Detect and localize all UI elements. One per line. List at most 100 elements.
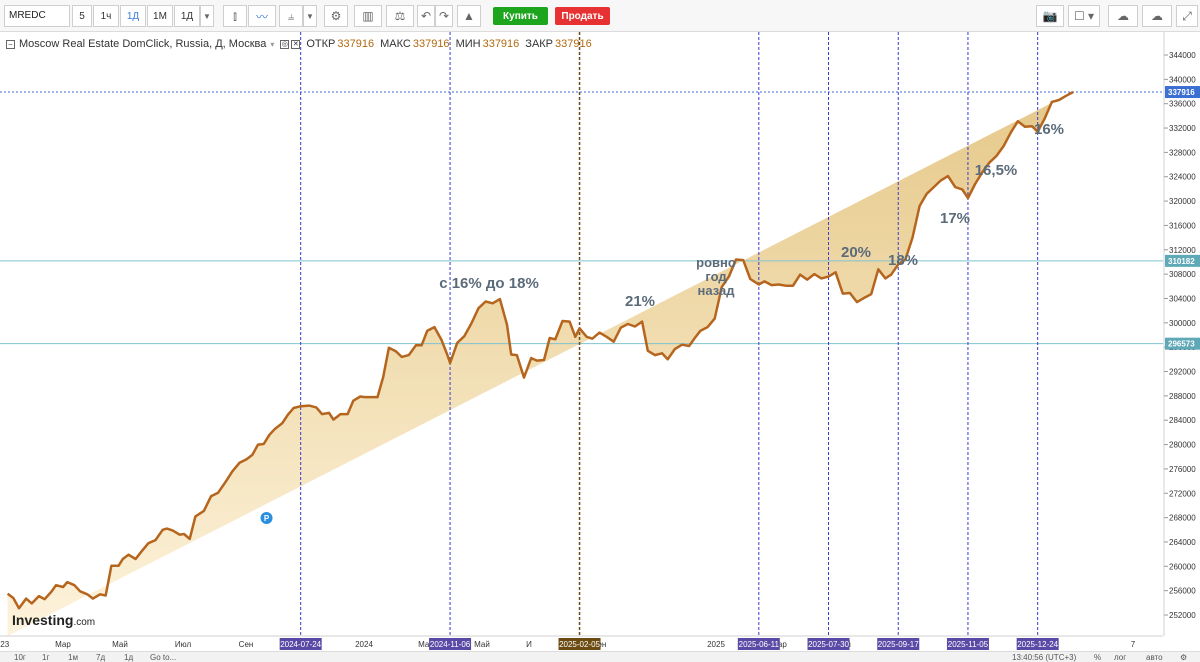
range-10y[interactable]: 10г <box>14 653 26 662</box>
open-value: 337916 <box>337 38 375 50</box>
bars-icon[interactable]: ⫨ <box>279 5 303 27</box>
layout-icon[interactable]: ☐ ▾ <box>1068 5 1100 27</box>
y-tick-label: 300000 <box>1169 319 1196 328</box>
x-tick-label: Июл <box>175 640 192 649</box>
log-toggle[interactable]: лог <box>1114 653 1126 662</box>
y-tick-label: 320000 <box>1169 197 1196 206</box>
annotation-1: 21% <box>625 293 655 310</box>
auto-toggle[interactable]: авто <box>1146 653 1163 662</box>
hline-tag-label-2: 296573 <box>1168 340 1195 349</box>
marker-tag-label-5: 2025-09-17 <box>878 640 919 649</box>
hline-tag-label-1: 310182 <box>1168 257 1195 266</box>
area-fill <box>7 92 1074 636</box>
y-tick-label: 268000 <box>1169 514 1196 523</box>
event-marker-letter: P <box>264 514 270 523</box>
indicators-icon[interactable]: ▥ <box>354 5 382 27</box>
y-tick-label: 252000 <box>1169 611 1196 620</box>
close-value: 337916 <box>555 38 592 50</box>
symbol-input[interactable]: MREDC <box>4 5 70 27</box>
x-tick-label: 2025 <box>707 640 725 649</box>
y-tick-label: 260000 <box>1169 562 1196 571</box>
annotation-5: 20% <box>841 244 871 261</box>
low-value: 337916 <box>482 38 520 50</box>
y-tick-label: 340000 <box>1169 75 1196 84</box>
chart-toolbar: MREDC 5 1ч 1Д 1М 1Д ▼ ⫾ 〰 ⫨ ▼ ⚙ ▥ ⚖ ↶ ↷ … <box>0 0 1200 32</box>
y-tick-label: 280000 <box>1169 441 1196 450</box>
goto-date[interactable]: Go to... <box>150 653 176 662</box>
marker-tag-label-1: 2024-11-06 <box>430 640 471 649</box>
bottom-bar: 10г 1г 1м 7д 1д Go to... 13:40:56 (UTC+3… <box>0 651 1200 662</box>
y-tick-label: 308000 <box>1169 270 1196 279</box>
interval-1h[interactable]: 1ч <box>93 5 119 27</box>
marker-tag-label-0: 2024-07-24 <box>280 640 321 649</box>
hline-tag-label-0: 337916 <box>1168 88 1195 97</box>
cloud-download-icon[interactable]: ☁ <box>1108 5 1138 27</box>
x-tick-label: Сен <box>239 640 254 649</box>
interval-5[interactable]: 5 <box>72 5 92 27</box>
open-label: ОТКР <box>306 38 336 50</box>
y-tick-label: 312000 <box>1169 246 1196 255</box>
annotation-7: 17% <box>940 210 970 227</box>
low-label: МИН <box>455 38 481 50</box>
x-tick-label: Мар <box>55 640 71 649</box>
y-tick-label: 328000 <box>1169 148 1196 157</box>
legend-title: Moscow Real Estate DomClick, Russia, Д, … <box>19 38 267 50</box>
x-tick-label: '23 <box>0 640 10 649</box>
marker-tag-label-2: 2025-02-05 <box>559 640 600 649</box>
interval-selected[interactable]: 1Д <box>174 5 200 27</box>
clock: 13:40:56 (UTC+3) <box>1012 653 1077 662</box>
redo-icon[interactable]: ↷ <box>435 5 453 27</box>
x-tick-label: 2024 <box>355 640 373 649</box>
y-tick-label: 276000 <box>1169 465 1196 474</box>
y-tick-label: 336000 <box>1169 100 1196 109</box>
cloud-upload-icon[interactable]: ☁ <box>1142 5 1172 27</box>
y-tick-label: 304000 <box>1169 294 1196 303</box>
x-tick-label: 7 <box>1131 640 1136 649</box>
range-1m[interactable]: 1м <box>68 653 78 662</box>
high-value: 337916 <box>412 38 450 50</box>
chart-legend: – Moscow Real Estate DomClick, Russia, Д… <box>6 38 598 50</box>
range-1y[interactable]: 1г <box>42 653 49 662</box>
compare-icon[interactable]: ⚖ <box>386 5 414 27</box>
fullscreen-icon[interactable]: ⤢ <box>1176 5 1198 27</box>
annotation-3: год <box>705 269 727 284</box>
logo-brand: Investing <box>12 612 74 628</box>
y-tick-label: 288000 <box>1169 392 1196 401</box>
annotation-6: 18% <box>888 252 918 269</box>
range-1d[interactable]: 1д <box>124 653 133 662</box>
area-chart-icon[interactable]: 〰 <box>248 5 276 27</box>
annotation-4: назад <box>697 283 735 298</box>
interval-1m[interactable]: 1М <box>147 5 173 27</box>
x-tick-label: И <box>526 640 532 649</box>
close-label: ЗАКР <box>525 38 554 50</box>
high-label: МАКС <box>380 38 411 50</box>
undo-icon[interactable]: ↶ <box>417 5 435 27</box>
percent-toggle[interactable]: % <box>1094 653 1101 662</box>
x-tick-label: Май <box>112 640 128 649</box>
interval-1d[interactable]: 1Д <box>120 5 146 27</box>
interval-dropdown-icon[interactable]: ▼ <box>200 5 214 27</box>
settings-gear-icon[interactable]: ⚙ <box>324 5 348 27</box>
y-tick-label: 284000 <box>1169 416 1196 425</box>
candles-icon[interactable]: ⫾ <box>223 5 247 27</box>
y-tick-label: 292000 <box>1169 368 1196 377</box>
range-7d[interactable]: 7д <box>96 653 105 662</box>
y-tick-label: 344000 <box>1169 51 1196 60</box>
price-chart[interactable]: 252000 256000 260000 264000 268000 272000 2760… <box>0 32 1200 651</box>
settings-icon[interactable]: ◎ <box>280 39 290 49</box>
annotation-9: 16% <box>1034 121 1064 138</box>
marker-tag-label-3: 2025-06-11 <box>739 640 780 649</box>
y-tick-label: 324000 <box>1169 173 1196 182</box>
camera-icon[interactable]: 📷 <box>1036 5 1064 27</box>
close-icon[interactable]: ✕ <box>291 39 301 49</box>
marker-tag-label-4: 2025-07-30 <box>808 640 849 649</box>
alert-icon[interactable]: ▲ <box>457 5 481 27</box>
scale-settings-icon[interactable]: ⚙ <box>1180 653 1187 662</box>
sell-button[interactable]: Продать <box>555 7 610 25</box>
annotation-8: 16,5% <box>975 162 1018 179</box>
marker-tag-label-6: 2025-11-05 <box>948 640 989 649</box>
legend-dropdown-icon[interactable]: ▾ <box>270 40 274 49</box>
buy-button[interactable]: Купить <box>493 7 548 25</box>
chart-type-dropdown-icon[interactable]: ▼ <box>303 5 317 27</box>
collapse-legend-icon[interactable]: – <box>6 39 15 49</box>
